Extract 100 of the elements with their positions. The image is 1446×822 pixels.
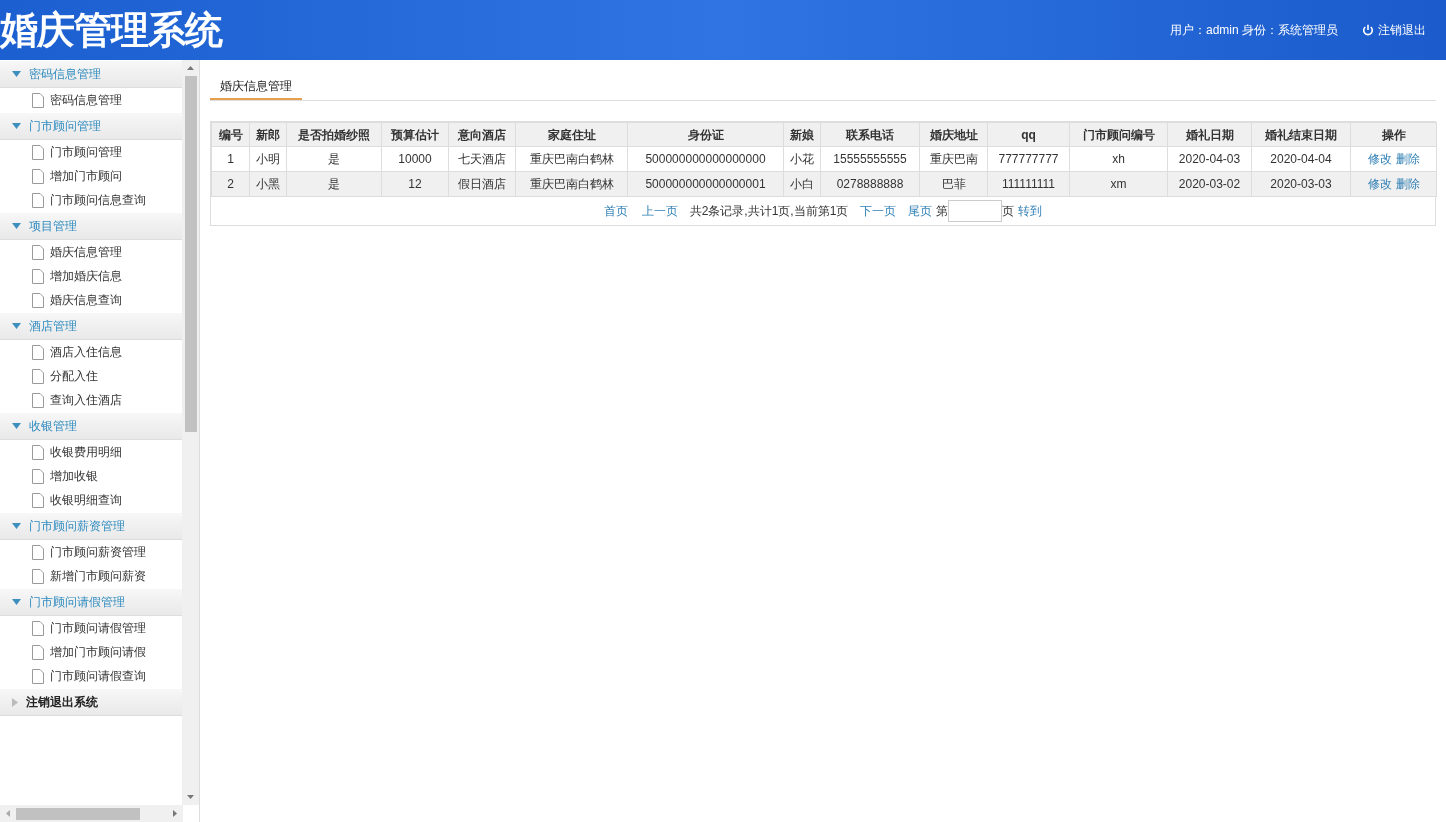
document-icon <box>32 168 44 184</box>
next-page-link[interactable]: 下一页 <box>860 202 897 220</box>
menu-item[interactable]: 婚庆信息查询 <box>0 288 183 312</box>
menu-item[interactable]: 增加门市顾问 <box>0 164 183 188</box>
scrollbar-thumb[interactable] <box>184 76 197 432</box>
column-header: 预算估计 <box>381 122 449 147</box>
column-header: 身份证 <box>627 122 784 147</box>
menu-group-header[interactable]: 门市顾问请假管理 <box>0 588 183 616</box>
table-cell: 111111111 <box>987 171 1070 197</box>
menu-item[interactable]: 门市顾问信息查询 <box>0 188 183 212</box>
menu-group-header[interactable]: 酒店管理 <box>0 312 183 340</box>
menu-item[interactable]: 门市顾问管理 <box>0 140 183 164</box>
first-page-link[interactable]: 首页 <box>603 202 628 220</box>
column-header: 家庭住址 <box>515 122 628 147</box>
menu-item[interactable]: 收银明细查询 <box>0 488 183 512</box>
power-icon <box>1362 24 1374 36</box>
user-info: 用户：admin 身份：系统管理员 <box>1169 22 1338 39</box>
menu-item[interactable]: 分配入住 <box>0 364 183 388</box>
caret-down-icon <box>12 423 21 429</box>
table-cell: 2020-03-03 <box>1251 171 1351 197</box>
caret-down-icon <box>12 71 21 77</box>
menu-group-header[interactable]: 项目管理 <box>0 212 183 240</box>
table-cell: 小花 <box>783 146 821 172</box>
document-icon <box>32 544 44 560</box>
table-cell: 小明 <box>249 146 287 172</box>
column-header: 操作 <box>1350 122 1437 147</box>
column-header: 婚庆地址 <box>919 122 988 147</box>
document-icon <box>32 392 44 408</box>
menu-group-header[interactable]: 门市顾问薪资管理 <box>0 512 183 540</box>
table-cell: 重庆巴南白鹤林 <box>515 171 628 197</box>
menu-item[interactable]: 新增门市顾问薪资 <box>0 564 183 588</box>
column-header: 婚礼结束日期 <box>1251 122 1351 147</box>
table-cell: 小黑 <box>249 171 287 197</box>
table-cell: 是 <box>286 171 382 197</box>
menu-item[interactable]: 门市顾问薪资管理 <box>0 540 183 564</box>
document-icon <box>32 492 44 508</box>
logout-link[interactable]: 注销退出 <box>1362 21 1426 39</box>
document-icon <box>32 92 44 108</box>
menu-item[interactable]: 酒店入住信息 <box>0 340 183 364</box>
caret-down-icon <box>12 323 21 329</box>
table-cell: 777777777 <box>987 146 1070 172</box>
menu-group-header[interactable]: 注销退出系统 <box>0 688 183 716</box>
column-header: 联系电话 <box>820 122 920 147</box>
menu-item[interactable]: 增加婚庆信息 <box>0 264 183 288</box>
table-cell: 小白 <box>783 171 821 197</box>
menu-item[interactable]: 查询入住酒店 <box>0 388 183 412</box>
document-icon <box>32 468 44 484</box>
document-icon <box>32 344 44 360</box>
column-header: 意向酒店 <box>448 122 516 147</box>
document-icon <box>32 244 44 260</box>
table-cell: 重庆巴南白鹤林 <box>515 146 628 172</box>
caret-down-icon <box>12 523 21 529</box>
table-cell: xh <box>1069 146 1168 172</box>
column-header: 新郎 <box>249 122 287 147</box>
pagination-summary: 共2条记录,共计1页,当前第1页 <box>689 203 849 220</box>
document-icon <box>32 644 44 660</box>
column-header: qq <box>987 122 1070 147</box>
table-cell: 500000000000000000 <box>627 146 784 172</box>
caret-down-icon <box>12 223 21 229</box>
menu-group-header[interactable]: 门市顾问管理 <box>0 112 183 140</box>
prev-page-link[interactable]: 上一页 <box>641 202 678 220</box>
table-cell: 巴菲 <box>919 171 988 197</box>
action-link[interactable]: 删除 <box>1395 150 1420 168</box>
menu-group-header[interactable]: 密码信息管理 <box>0 60 183 88</box>
page-input[interactable] <box>948 200 1003 222</box>
menu-item[interactable]: 收银费用明细 <box>0 440 183 464</box>
action-link[interactable]: 删除 <box>1395 175 1420 193</box>
table-cell: 500000000000000001 <box>627 171 784 197</box>
caret-down-icon <box>12 599 21 605</box>
last-page-link[interactable]: 尾页 <box>908 202 933 220</box>
action-link[interactable]: 修改 <box>1367 150 1392 168</box>
scroll-down-icon <box>187 795 195 799</box>
menu-item[interactable]: 婚庆信息管理 <box>0 240 183 264</box>
table-cell: 12 <box>381 171 449 197</box>
column-header: 婚礼日期 <box>1167 122 1252 147</box>
table-cell: 2020-04-03 <box>1167 146 1252 172</box>
action-link[interactable]: 修改 <box>1367 175 1392 193</box>
menu-item[interactable]: 增加门市顾问请假 <box>0 640 183 664</box>
vertical-scrollbar[interactable] <box>182 60 199 805</box>
column-header: 门市顾问编号 <box>1069 122 1168 147</box>
menu-item[interactable]: 门市顾问请假查询 <box>0 664 183 688</box>
go-link[interactable]: 转到 <box>1018 202 1043 220</box>
page-label: 页 <box>1002 203 1015 220</box>
table-cell: 重庆巴南 <box>919 146 988 172</box>
scrollbar-thumb[interactable] <box>16 807 140 820</box>
horizontal-scrollbar[interactable] <box>0 805 183 822</box>
caret-down-icon <box>12 123 21 129</box>
table-cell: 假日酒店 <box>448 171 516 197</box>
document-icon <box>32 292 44 308</box>
table-cell: 2020-03-02 <box>1167 171 1252 197</box>
column-header: 新娘 <box>783 122 821 147</box>
document-icon <box>32 268 44 284</box>
tab[interactable]: 婚庆信息管理 <box>210 73 302 100</box>
document-icon <box>32 568 44 584</box>
document-icon <box>32 620 44 636</box>
scroll-right-icon <box>173 810 177 817</box>
menu-item[interactable]: 门市顾问请假管理 <box>0 616 183 640</box>
menu-item[interactable]: 增加收银 <box>0 464 183 488</box>
menu-group-header[interactable]: 收银管理 <box>0 412 183 440</box>
menu-item[interactable]: 密码信息管理 <box>0 88 183 112</box>
